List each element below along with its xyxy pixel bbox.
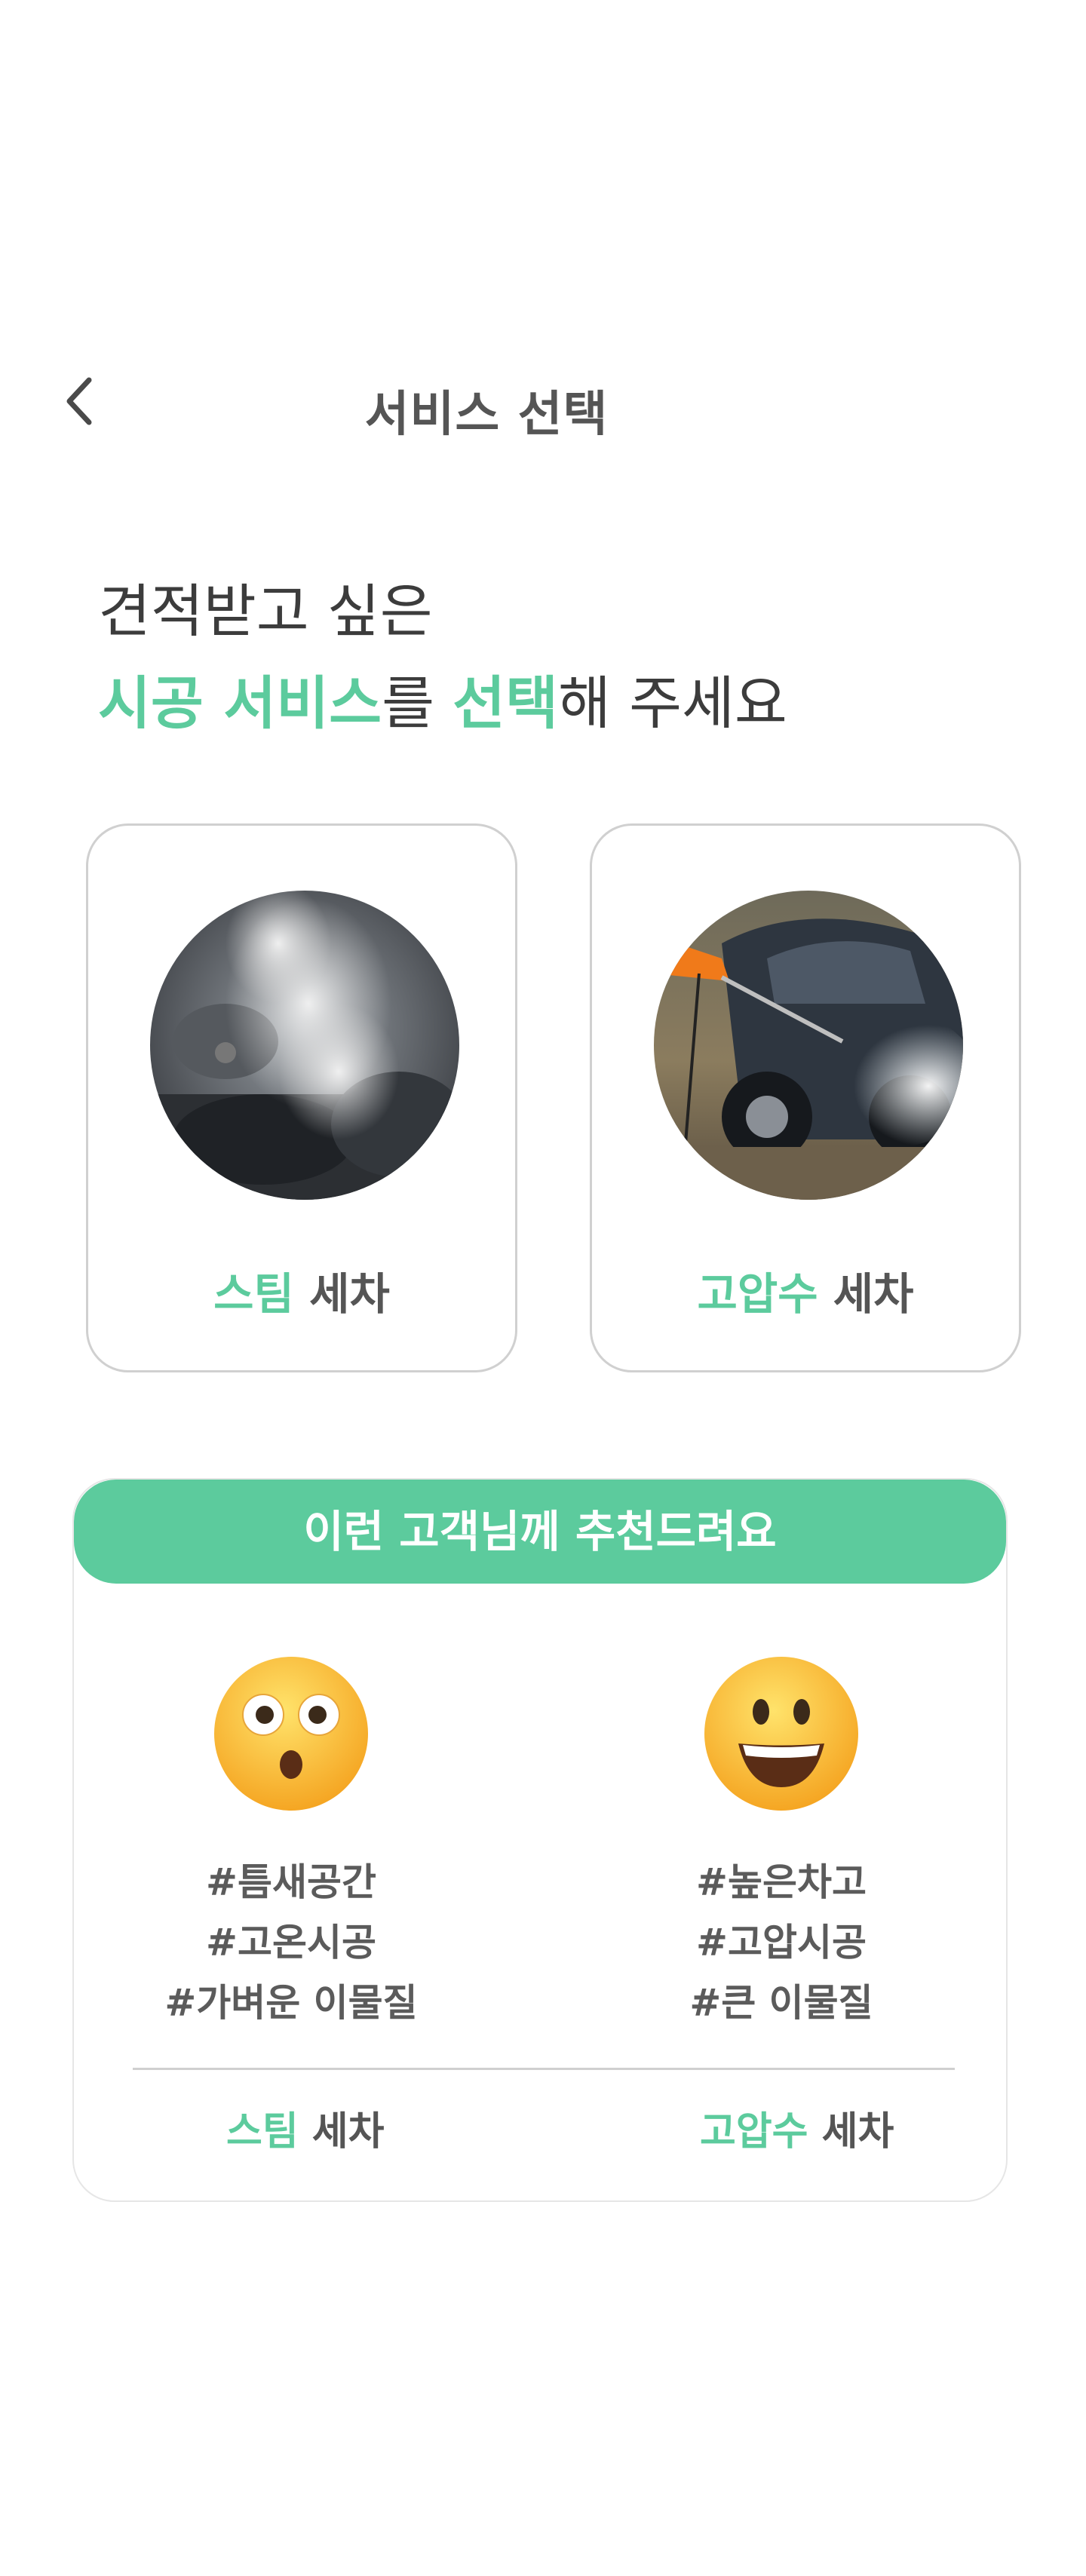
service-label-accent: 스팀: [213, 1268, 294, 1320]
steam-car-interior-photo: [150, 891, 459, 1200]
headline-end: 해 주세요: [558, 670, 787, 737]
page-title: 서비스 선택: [0, 376, 1086, 445]
headline-accent-service: 시공 서비스: [98, 670, 382, 737]
recommendation-banner: 이런 고객님께 추천드려요: [74, 1480, 1006, 1584]
page-title-text: 서비스 선택: [364, 387, 609, 443]
grinning-face-emoji: [701, 1653, 862, 1814]
recommendation-column-steam: #틈새공간 #고온시공 #가벼운 이물질: [80, 1653, 502, 2033]
tag: #가벼운 이물질: [164, 1981, 418, 2025]
headline-particle: 를: [382, 670, 453, 737]
tag: #높은차고: [696, 1860, 867, 1904]
tag: #틈새공간: [206, 1860, 376, 1904]
recommend-label-rest: 세차: [808, 2109, 894, 2154]
service-label-steam: 스팀 세차: [88, 1259, 515, 1322]
headline-line2: 시공 서비스를 선택해 주세요: [98, 658, 787, 750]
recommend-label-pressure[interactable]: 고압수 세차: [700, 2099, 894, 2156]
app-header: 서비스 선택: [0, 354, 1086, 445]
recommend-label-rest: 세차: [298, 2109, 385, 2154]
divider: [133, 2068, 955, 2070]
recommend-label-accent: 고압수: [700, 2109, 808, 2154]
headline-line1: 견적받고 싶은: [98, 578, 433, 645]
tag: #고온시공: [206, 1921, 376, 1964]
tag: #큰 이물질: [689, 1981, 873, 2025]
tag-list: #높은차고 #고압시공 #큰 이물질: [570, 1852, 992, 2033]
pressure-washing-car-photo: [654, 891, 963, 1200]
service-label-accent: 고압수: [697, 1268, 818, 1320]
tag: #고압시공: [696, 1921, 867, 1964]
recommend-label-accent: 스팀: [226, 2109, 299, 2154]
recommend-label-steam[interactable]: 스팀 세차: [226, 2099, 384, 2156]
service-card-steam[interactable]: 스팀 세차: [86, 823, 517, 1372]
service-label-rest: 세차: [818, 1268, 914, 1320]
service-card-pressure[interactable]: 고압수 세차: [590, 823, 1021, 1372]
headline: 견적받고 싶은 시공 서비스를 선택해 주세요: [98, 566, 787, 750]
surprised-face-emoji: [210, 1653, 372, 1814]
recommendation-column-pressure: #높은차고 #고압시공 #큰 이물질: [570, 1653, 992, 2033]
service-label-pressure: 고압수 세차: [592, 1259, 1019, 1322]
service-label-rest: 세차: [293, 1268, 390, 1320]
recommendation-box: 이런 고객님께 추천드려요 #틈새공간 #고온시공 #가벼운 이물질 #높은차고…: [72, 1478, 1008, 2202]
headline-accent-select: 선택: [452, 670, 558, 737]
tag-list: #틈새공간 #고온시공 #가벼운 이물질: [80, 1852, 502, 2033]
